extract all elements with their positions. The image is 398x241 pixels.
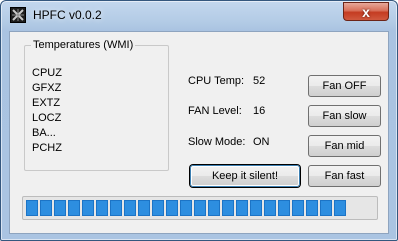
temperature-item: CPUZ: [32, 67, 62, 79]
progress-segment: [236, 200, 248, 216]
temperature-item: LOCZ: [32, 112, 62, 124]
temperatures-group: Temperatures (WMI) CPUZ GFXZ EXTZ LOCZ B…: [24, 39, 169, 171]
progress-segment: [82, 200, 94, 216]
progress-segment: [320, 200, 332, 216]
temperature-item: EXTZ: [32, 97, 61, 109]
temperatures-group-title: Temperatures (WMI): [31, 39, 136, 51]
progress-segment: [54, 200, 66, 216]
slow-mode-label: Slow Mode:: [188, 136, 246, 148]
fan-off-button[interactable]: Fan OFF: [308, 75, 381, 97]
progress-segment: [138, 200, 150, 216]
progress-segment: [334, 200, 346, 216]
progress-segment: [180, 200, 192, 216]
progress-segment: [222, 200, 234, 216]
fan-slow-button[interactable]: Fan slow: [308, 105, 381, 127]
keep-silent-button[interactable]: Keep it silent!: [190, 165, 300, 187]
close-button[interactable]: x: [343, 2, 389, 21]
cpu-temp-value: 52: [253, 75, 266, 87]
progress-segment: [264, 200, 276, 216]
fan-fast-button[interactable]: Fan fast: [308, 165, 381, 187]
progress-segment: [152, 200, 164, 216]
progress-segment: [292, 200, 304, 216]
progress-segment: [306, 200, 318, 216]
temperature-list: CPUZ GFXZ EXTZ LOCZ BA... PCHZ: [32, 66, 62, 156]
progress-segment: [208, 200, 220, 216]
fan-mid-button[interactable]: Fan mid: [308, 135, 381, 157]
cpu-temp-label: CPU Temp:: [188, 75, 245, 87]
fan-progress-fill: [26, 200, 357, 216]
progress-segment: [166, 200, 178, 216]
app-icon: [10, 7, 26, 23]
slow-mode-value: ON: [253, 136, 270, 148]
temperature-item: GFXZ: [32, 82, 62, 94]
app-window: HPFC v0.0.2 x Temperatures (WMI) CPUZ GF…: [0, 0, 398, 241]
fan-level-value: 16: [253, 105, 266, 117]
progress-segment: [124, 200, 136, 216]
window-title: HPFC v0.0.2: [33, 8, 102, 22]
fan-progress-bar: [22, 196, 378, 220]
client-area: Temperatures (WMI) CPUZ GFXZ EXTZ LOCZ B…: [9, 31, 389, 234]
progress-segment: [96, 200, 108, 216]
close-icon: x: [362, 3, 370, 20]
progress-segment: [40, 200, 52, 216]
temperature-item: BA...: [32, 127, 56, 139]
fan-level-label: FAN Level:: [188, 105, 242, 117]
progress-segment: [26, 200, 38, 216]
title-bar[interactable]: HPFC v0.0.2 x: [1, 1, 397, 31]
progress-segment: [68, 200, 80, 216]
temperature-item: PCHZ: [32, 142, 62, 154]
progress-segment: [250, 200, 262, 216]
progress-segment: [194, 200, 206, 216]
progress-segment: [278, 200, 290, 216]
progress-segment: [110, 200, 122, 216]
